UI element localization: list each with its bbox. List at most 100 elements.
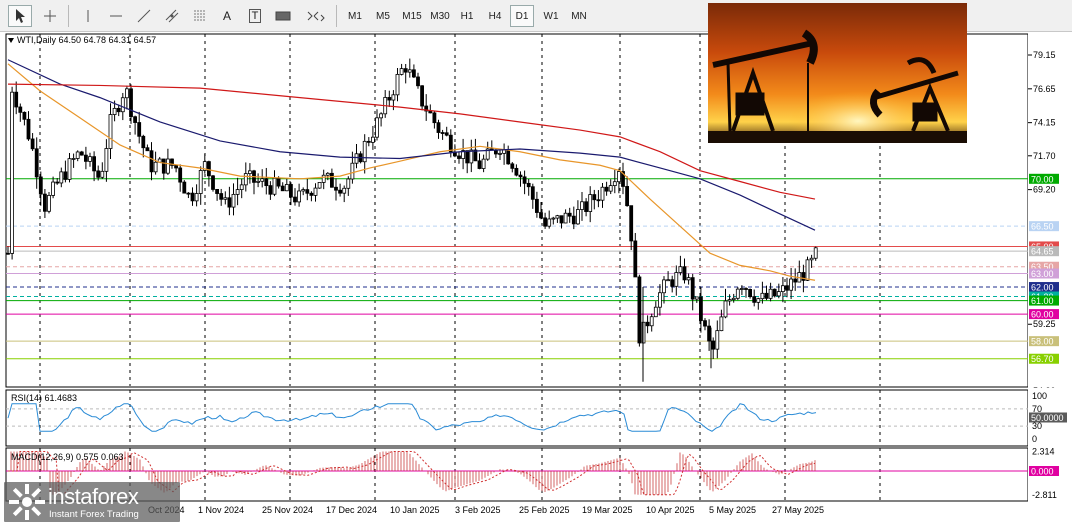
candle-body xyxy=(711,340,716,350)
candle-body xyxy=(436,122,441,133)
price-tick-label: 69.20 xyxy=(1033,185,1056,195)
candle-body xyxy=(43,193,47,212)
candle-body xyxy=(67,158,72,180)
vertical-line-icon[interactable] xyxy=(76,5,100,27)
candle-body xyxy=(280,185,285,192)
candle-body xyxy=(699,296,703,322)
candle-body xyxy=(325,172,330,176)
date-label: 5 May 2025 xyxy=(709,505,757,515)
candle-body xyxy=(559,215,564,224)
candle-body xyxy=(92,156,96,172)
candle-body xyxy=(416,76,420,87)
candle-body xyxy=(84,154,88,162)
candle-body xyxy=(522,176,527,184)
candle-body xyxy=(629,205,634,242)
timeframe-m15[interactable]: M15 xyxy=(398,5,426,27)
candle-body xyxy=(715,330,720,350)
candle-body xyxy=(801,272,806,281)
candle-body xyxy=(88,156,92,162)
candle-body xyxy=(55,181,60,184)
candle-body xyxy=(260,178,265,182)
crosshair-icon[interactable] xyxy=(38,5,62,27)
timeframe-d1[interactable]: D1 xyxy=(510,5,534,27)
candle-body xyxy=(399,68,404,75)
level-box-label: 70.00 xyxy=(1031,174,1054,184)
candle-body xyxy=(723,300,728,318)
candle-body xyxy=(342,187,347,194)
candle-body xyxy=(477,160,482,169)
candle-body xyxy=(781,285,785,293)
candle-body xyxy=(813,247,818,259)
candle-body xyxy=(284,184,289,192)
candle-body xyxy=(182,181,187,194)
candle-body xyxy=(370,136,375,143)
candle-body xyxy=(592,194,597,201)
candle-body xyxy=(231,193,236,208)
level-box-label: 66.50 xyxy=(1031,222,1054,232)
candle-body xyxy=(776,291,781,297)
trendline-icon[interactable] xyxy=(132,5,156,27)
rsi-panel[interactable]: 1007030050.0000 xyxy=(0,389,1072,447)
candle xyxy=(735,287,740,301)
candle-body xyxy=(670,279,675,287)
candle-body xyxy=(387,97,392,101)
candle-body xyxy=(744,288,748,290)
date-label: 3 Feb 2025 xyxy=(455,505,501,515)
candle-body xyxy=(457,155,461,159)
candle-body xyxy=(756,298,761,303)
candle-body xyxy=(764,292,769,299)
candle-body xyxy=(366,140,371,143)
candle-body xyxy=(526,182,531,188)
candle-body xyxy=(555,215,560,219)
candle-body xyxy=(149,150,154,173)
price-tick-label: 76.65 xyxy=(1033,84,1056,94)
cursor-icon[interactable] xyxy=(8,5,32,27)
candle-body xyxy=(707,325,711,342)
candle-body xyxy=(411,69,416,78)
text-icon[interactable]: A xyxy=(216,5,238,27)
label-icon[interactable]: T xyxy=(244,5,266,27)
candle-body xyxy=(104,148,109,172)
instaforex-emblem-icon xyxy=(9,484,45,520)
date-label: 10 Apr 2025 xyxy=(646,505,695,515)
candle-body xyxy=(625,186,629,207)
rsi-label: RSI(14) 61.4683 xyxy=(11,393,78,403)
candle-body xyxy=(288,184,293,198)
timeframe-h1[interactable]: H1 xyxy=(454,5,480,27)
candle-body xyxy=(444,132,449,136)
candle-body xyxy=(75,151,80,159)
candle-body xyxy=(79,151,84,156)
candle-body xyxy=(543,217,547,227)
timeframe-m30[interactable]: M30 xyxy=(426,5,454,27)
candle-body xyxy=(612,181,617,187)
candle-body xyxy=(47,194,51,212)
instaforex-logo: instaforex Instant Forex Trading xyxy=(4,482,180,522)
candle-body xyxy=(227,197,232,208)
timeframe-m5[interactable]: M5 xyxy=(370,5,396,27)
timeframe-m1[interactable]: M1 xyxy=(342,5,368,27)
fibonacci-icon[interactable] xyxy=(188,5,212,27)
candle-body xyxy=(608,185,613,192)
candle-body xyxy=(506,149,511,165)
candle-body xyxy=(768,288,773,299)
candle-body xyxy=(694,296,699,300)
candle-body xyxy=(100,170,105,178)
candle-body xyxy=(645,321,650,327)
candle-body xyxy=(215,189,220,194)
horizontal-line-icon[interactable] xyxy=(104,5,128,27)
candle-body xyxy=(760,292,765,300)
candle-body xyxy=(243,173,248,186)
timeframe-w1[interactable]: W1 xyxy=(538,5,564,27)
candle-body xyxy=(740,288,744,290)
timeframe-h4[interactable]: H4 xyxy=(482,5,508,27)
logo-brand-text: instaforex xyxy=(48,484,139,509)
shapes-icon[interactable] xyxy=(300,5,330,27)
price-tick-label: 59.25 xyxy=(1033,319,1056,329)
candle-body xyxy=(448,134,453,153)
timeframe-mn[interactable]: MN xyxy=(566,5,592,27)
channel-icon[interactable] xyxy=(160,5,184,27)
candle-body xyxy=(391,94,396,101)
candle-body xyxy=(264,178,269,187)
candle-body xyxy=(539,212,543,219)
rectangle-icon[interactable] xyxy=(272,5,294,27)
